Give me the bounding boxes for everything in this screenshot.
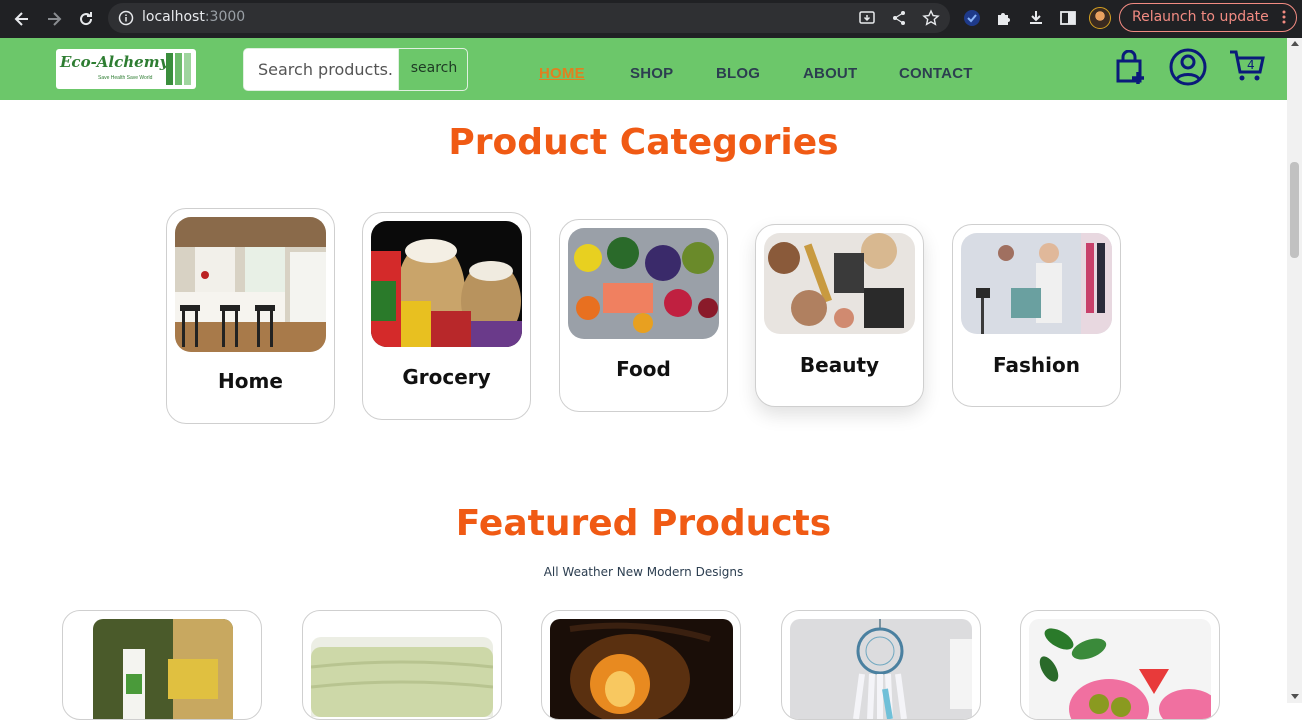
scroll-up-icon[interactable]	[1291, 41, 1299, 46]
reload-icon[interactable]	[74, 7, 98, 31]
category-card-grocery[interactable]: Grocery	[362, 212, 531, 420]
nav-home[interactable]: HOME	[539, 65, 585, 82]
scroll-thumb[interactable]	[1290, 162, 1299, 258]
site-info-icon[interactable]	[118, 10, 134, 31]
featured-title: Featured Products	[455, 503, 832, 544]
share-icon[interactable]	[890, 9, 908, 32]
product-card[interactable]	[781, 610, 981, 720]
forward-icon[interactable]	[42, 7, 66, 31]
category-label-beauty: Beauty	[799, 353, 880, 377]
url-text: localhost:3000	[142, 9, 246, 25]
product-image	[1029, 619, 1211, 719]
profile-avatar[interactable]	[1089, 7, 1111, 29]
user-account-icon[interactable]	[1168, 47, 1208, 92]
page-scrollbar[interactable]	[1287, 38, 1302, 703]
category-card-fashion[interactable]: Fashion	[952, 224, 1121, 407]
bookmark-star-icon[interactable]	[922, 9, 940, 32]
downloads-icon[interactable]	[1026, 8, 1046, 28]
logo-text: Eco-Alchemy	[60, 53, 169, 71]
category-card-home[interactable]: Home	[166, 208, 335, 424]
cart-count: 4	[1247, 58, 1255, 72]
search-input[interactable]	[244, 49, 398, 90]
categories-title: Product Categories	[448, 122, 839, 163]
nav-blog[interactable]: BLOG	[716, 65, 760, 82]
extension-check-icon[interactable]	[962, 8, 982, 28]
product-card[interactable]	[62, 610, 262, 720]
category-label-fashion: Fashion	[993, 353, 1080, 377]
category-card-food[interactable]: Food	[559, 219, 728, 412]
category-label-grocery: Grocery	[402, 365, 491, 389]
browser-toolbar: localhost:3000 Relaunch to update	[0, 0, 1302, 38]
site-header: Eco-Alchemy Save Health Save World searc…	[0, 38, 1287, 100]
product-card[interactable]	[302, 610, 502, 720]
category-label-home: Home	[218, 369, 283, 393]
category-label-food: Food	[616, 357, 671, 381]
scroll-down-icon[interactable]	[1291, 694, 1299, 699]
product-image	[550, 619, 733, 719]
add-to-bag-icon[interactable]	[1114, 49, 1148, 91]
featured-subtitle: All Weather New Modern Designs	[543, 565, 744, 579]
product-image	[93, 619, 233, 719]
category-card-beauty[interactable]: Beauty	[755, 224, 924, 407]
side-panel-icon[interactable]	[1058, 8, 1078, 28]
install-app-icon[interactable]	[858, 9, 876, 32]
nav-contact[interactable]: CONTACT	[899, 65, 973, 82]
product-image	[311, 637, 493, 719]
category-image-grocery	[371, 221, 522, 347]
logo-bars-icon	[166, 53, 191, 85]
site-logo[interactable]: Eco-Alchemy Save Health Save World	[56, 49, 196, 89]
product-card[interactable]	[541, 610, 741, 720]
product-image	[790, 619, 972, 719]
category-image-food	[568, 228, 719, 339]
category-image-fashion	[961, 233, 1112, 334]
nav-about[interactable]: ABOUT	[803, 65, 857, 82]
product-card[interactable]	[1020, 610, 1220, 720]
cart-icon[interactable]: 4	[1228, 49, 1266, 88]
category-image-beauty	[764, 233, 915, 334]
relaunch-button[interactable]: Relaunch to update	[1119, 3, 1297, 32]
address-bar[interactable]: localhost:3000	[108, 3, 950, 33]
nav-shop[interactable]: SHOP	[630, 65, 673, 82]
search-button[interactable]: search	[398, 49, 467, 90]
search-box: search	[243, 48, 468, 91]
extensions-puzzle-icon[interactable]	[994, 8, 1014, 28]
category-image-home	[175, 217, 326, 352]
logo-tagline: Save Health Save World	[98, 75, 153, 81]
back-icon[interactable]	[10, 7, 34, 31]
more-menu-icon[interactable]	[1282, 9, 1286, 29]
